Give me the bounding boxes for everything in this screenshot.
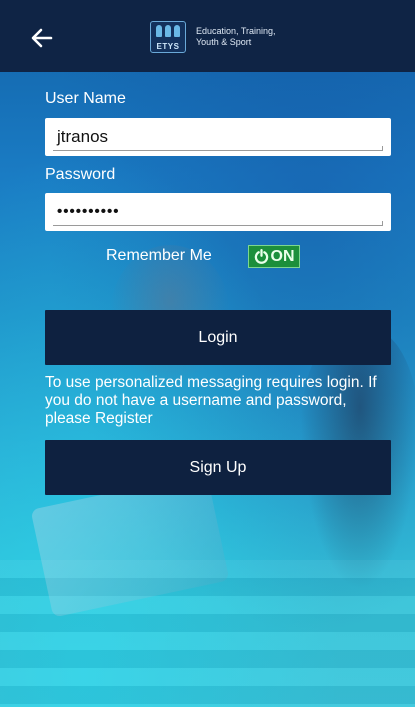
username-label: User Name (45, 90, 126, 107)
toggle-state-text: ON (270, 247, 295, 265)
arrow-left-icon (31, 28, 53, 48)
password-field[interactable]: •••••••••• (45, 193, 391, 231)
remember-me-toggle[interactable]: ON (248, 245, 300, 268)
logo-abbreviation: ETYS (156, 42, 180, 51)
login-screen: ETYS Education, Training, Youth & Sport … (0, 0, 415, 707)
back-button[interactable] (26, 22, 58, 54)
logo-text-line2: Youth & Sport (196, 37, 252, 47)
app-logo: ETYS Education, Training, Youth & Sport (150, 20, 276, 54)
app-header: ETYS Education, Training, Youth & Sport (0, 0, 415, 72)
login-info-text: To use personalized messaging requires l… (45, 374, 377, 427)
sign-up-button[interactable]: Sign Up (45, 440, 391, 495)
power-icon (254, 249, 268, 264)
password-label: Password (45, 166, 116, 183)
background-stairs (0, 560, 415, 707)
logo-text-line1: Education, Training, (196, 26, 276, 36)
remember-me-label: Remember Me (106, 247, 212, 264)
login-button[interactable]: Login (45, 310, 391, 365)
logo-text: Education, Training, Youth & Sport (196, 26, 276, 48)
username-field[interactable]: jtranos (45, 118, 391, 156)
logo-emblem: ETYS (150, 21, 186, 53)
